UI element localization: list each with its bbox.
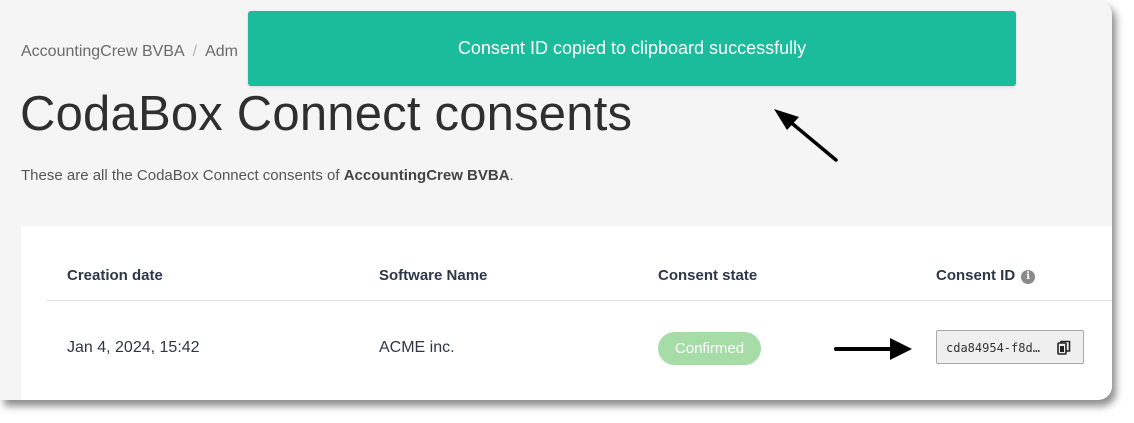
annotation-overlay	[774, 109, 912, 360]
arrow-icon	[834, 338, 912, 360]
arrow-icon	[774, 109, 838, 162]
